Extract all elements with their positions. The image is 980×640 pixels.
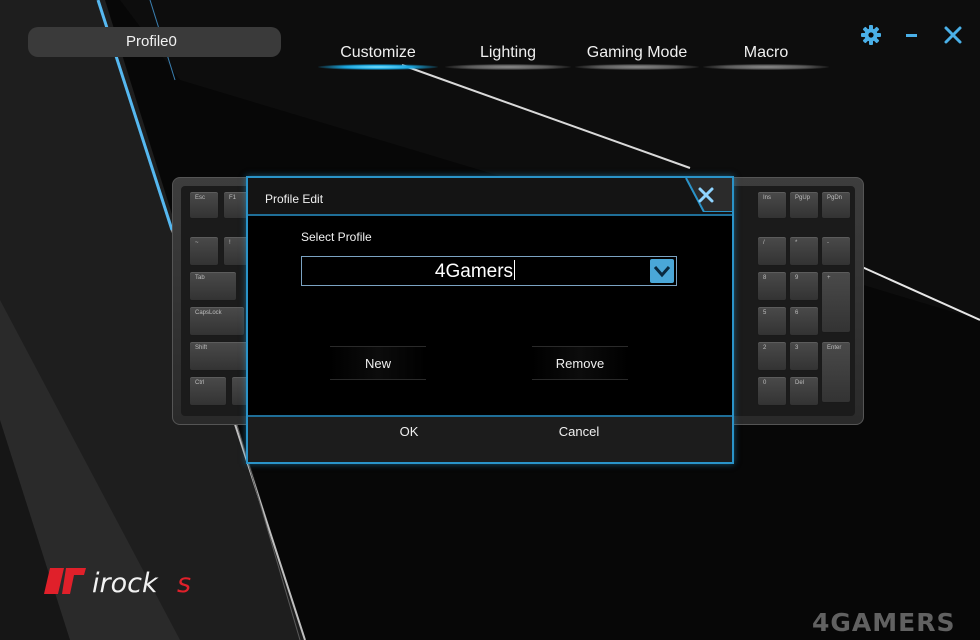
key[interactable]: Enter [821, 341, 851, 403]
dialog-header: Profile Edit [248, 177, 732, 216]
key[interactable]: 8 [757, 271, 787, 301]
key-label: PgUp [795, 195, 811, 201]
irocks-logo: irock s [44, 568, 191, 596]
tab-indicator [445, 64, 571, 70]
svg-text:s: s [177, 568, 191, 596]
dropdown-button[interactable] [650, 259, 674, 283]
tab-lighting[interactable]: Lighting [445, 42, 571, 70]
key-label: Tab [195, 275, 205, 281]
text-caret [514, 260, 516, 280]
minimize-button[interactable] [897, 20, 927, 50]
remove-button[interactable]: Remove [532, 346, 628, 380]
key[interactable]: Tab [189, 271, 237, 301]
key-label: ~ [195, 240, 199, 246]
key[interactable]: PgDn [821, 191, 851, 219]
key-label: F1 [229, 195, 237, 201]
dialog-close-button[interactable] [676, 177, 732, 213]
minimize-icon [906, 34, 917, 37]
tab-indicator [318, 64, 438, 70]
key-label: - [827, 240, 829, 246]
profile-select[interactable]: 4Gamers [301, 256, 677, 286]
close-icon [944, 26, 962, 44]
select-value-text: 4Gamers [434, 261, 514, 282]
key-label: 0 [763, 380, 767, 386]
key-label: ! [229, 240, 231, 246]
key-label: Esc [195, 195, 206, 201]
cancel-button[interactable]: Cancel [519, 424, 639, 444]
key-label: + [827, 275, 831, 281]
dialog-title: Profile Edit [265, 192, 324, 206]
key-label: 9 [795, 275, 799, 281]
key-label: Enter [827, 345, 842, 351]
key-label: * [795, 240, 798, 246]
key-label: Shift [195, 345, 208, 351]
key[interactable]: 6 [789, 306, 819, 336]
profile-edit-dialog: Profile Edit Select Profile 4Gamers New … [246, 176, 734, 464]
key[interactable]: 0 [757, 376, 787, 406]
key-label: PgDn [827, 195, 843, 201]
tab-label: Macro [743, 44, 789, 61]
tab-customize[interactable]: Customize [318, 42, 438, 70]
tab-gaming-mode[interactable]: Gaming Mode [575, 42, 699, 70]
key-label: 6 [795, 310, 799, 316]
key[interactable]: 9 [789, 271, 819, 301]
key[interactable]: CapsLock [189, 306, 245, 336]
key[interactable]: PgUp [789, 191, 819, 219]
key-label: 8 [763, 275, 767, 281]
key[interactable]: - [821, 236, 851, 266]
key-label: Ctrl [195, 380, 205, 386]
chevron-down-icon [653, 266, 671, 278]
gear-icon [861, 25, 881, 45]
tab-macro[interactable]: Macro [703, 42, 829, 70]
key-label: / [763, 240, 765, 246]
select-profile-label: Select Profile [301, 230, 372, 244]
tab-indicator [703, 64, 829, 70]
app-window: Profile0 Customize Lighting Gaming Mode … [0, 0, 980, 640]
key-label: Del [795, 380, 805, 386]
close-icon [685, 177, 732, 213]
svg-text:irock: irock [92, 568, 159, 596]
key[interactable]: / [757, 236, 787, 266]
key[interactable]: ~ [189, 236, 219, 266]
key[interactable]: * [789, 236, 819, 266]
key[interactable]: Esc [189, 191, 219, 219]
key[interactable]: + [821, 271, 851, 333]
key[interactable]: 2 [757, 341, 787, 371]
watermark: 4GAMERS [812, 608, 956, 637]
new-button[interactable]: New [330, 346, 426, 380]
select-value: 4Gamers [302, 260, 648, 283]
tab-label: Lighting [479, 44, 537, 61]
tab-indicator [575, 64, 699, 70]
key-label: 3 [795, 345, 799, 351]
ok-button[interactable]: OK [349, 424, 469, 444]
key[interactable]: Shift [189, 341, 253, 371]
settings-button[interactable] [856, 20, 886, 50]
key[interactable]: 3 [789, 341, 819, 371]
key-label: 2 [763, 345, 767, 351]
key-label: Ins [763, 195, 772, 201]
tab-label: Gaming Mode [586, 44, 688, 61]
key-label: CapsLock [195, 310, 222, 316]
key[interactable]: Ins [757, 191, 787, 219]
main-nav: Customize Lighting Gaming Mode Macro [0, 42, 980, 72]
key[interactable]: Del [789, 376, 819, 406]
key[interactable]: 5 [757, 306, 787, 336]
dialog-footer: OK Cancel [248, 415, 732, 462]
close-button[interactable] [938, 20, 968, 50]
key[interactable]: Ctrl [189, 376, 227, 406]
tab-label: Customize [340, 44, 416, 61]
key-label: 5 [763, 310, 767, 316]
